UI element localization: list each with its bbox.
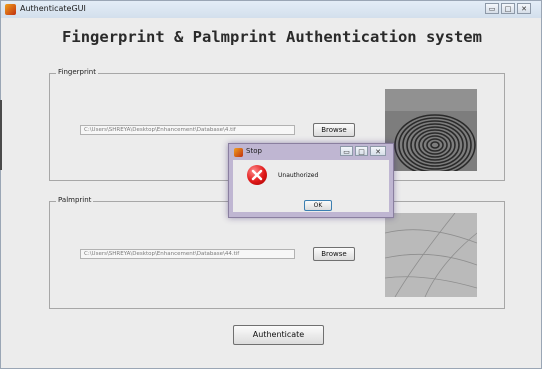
palmprint-image bbox=[385, 213, 477, 297]
dialog-title: Stop bbox=[246, 147, 262, 155]
page-title: Fingerprint & Palmprint Authentication s… bbox=[62, 28, 482, 46]
left-edge-marker bbox=[0, 100, 2, 170]
close-button[interactable]: ✕ bbox=[517, 3, 531, 14]
matlab-app-icon bbox=[5, 4, 16, 15]
fingerprint-panel-label: Fingerprint bbox=[56, 68, 98, 76]
title-bar: AuthenticateGUI ▭ □ ✕ bbox=[1, 1, 541, 18]
dialog-message: Unauthorized bbox=[278, 172, 319, 179]
error-icon bbox=[247, 165, 267, 185]
fingerprint-browse-button[interactable]: Browse bbox=[313, 123, 355, 137]
dialog-close-button[interactable]: ✕ bbox=[370, 146, 386, 156]
dialog-minimize-button[interactable]: ▭ bbox=[340, 146, 353, 156]
palmprint-path-field[interactable]: C:\Users\SHREYA\Desktop\Enhancement\Data… bbox=[80, 249, 295, 259]
palmprint-browse-button[interactable]: Browse bbox=[313, 247, 355, 261]
window-title: AuthenticateGUI bbox=[20, 4, 86, 13]
matlab-dialog-icon bbox=[234, 148, 243, 157]
dialog-maximize-button[interactable]: □ bbox=[355, 146, 368, 156]
fingerprint-image bbox=[385, 89, 477, 171]
ok-button[interactable]: OK bbox=[304, 200, 332, 211]
dialog-body: Unauthorized OK bbox=[233, 160, 389, 212]
maximize-button[interactable]: □ bbox=[501, 3, 515, 14]
fingerprint-path-field[interactable]: C:\Users\SHREYA\Desktop\Enhancement\Data… bbox=[80, 125, 295, 135]
minimize-button[interactable]: ▭ bbox=[485, 3, 499, 14]
palmprint-panel-label: Palmprint bbox=[56, 196, 94, 204]
error-dialog: Stop ▭ □ ✕ Unauthorized OK bbox=[228, 143, 394, 218]
authenticate-button[interactable]: Authenticate bbox=[233, 325, 324, 345]
